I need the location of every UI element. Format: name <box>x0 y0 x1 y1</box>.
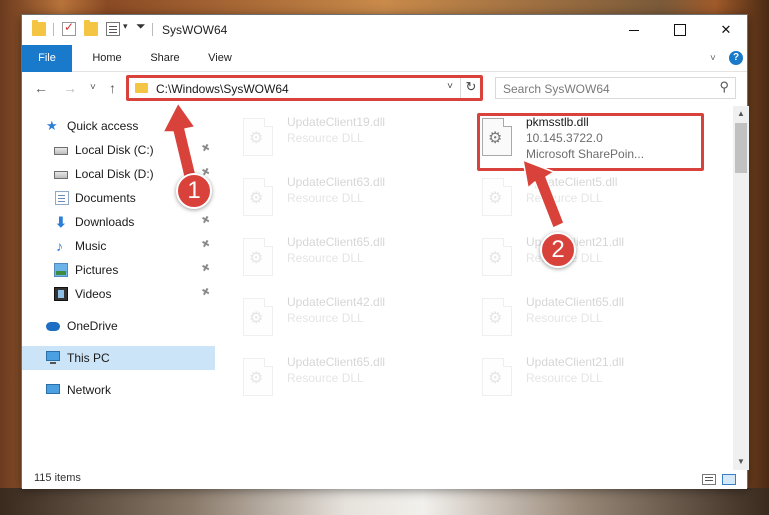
step-1-badge: 1 <box>176 173 212 209</box>
arrow-2-icon <box>522 159 565 229</box>
step-2-badge: 2 <box>540 232 576 268</box>
arrow-1-icon <box>162 102 197 179</box>
annotation-arrows <box>162 102 565 229</box>
